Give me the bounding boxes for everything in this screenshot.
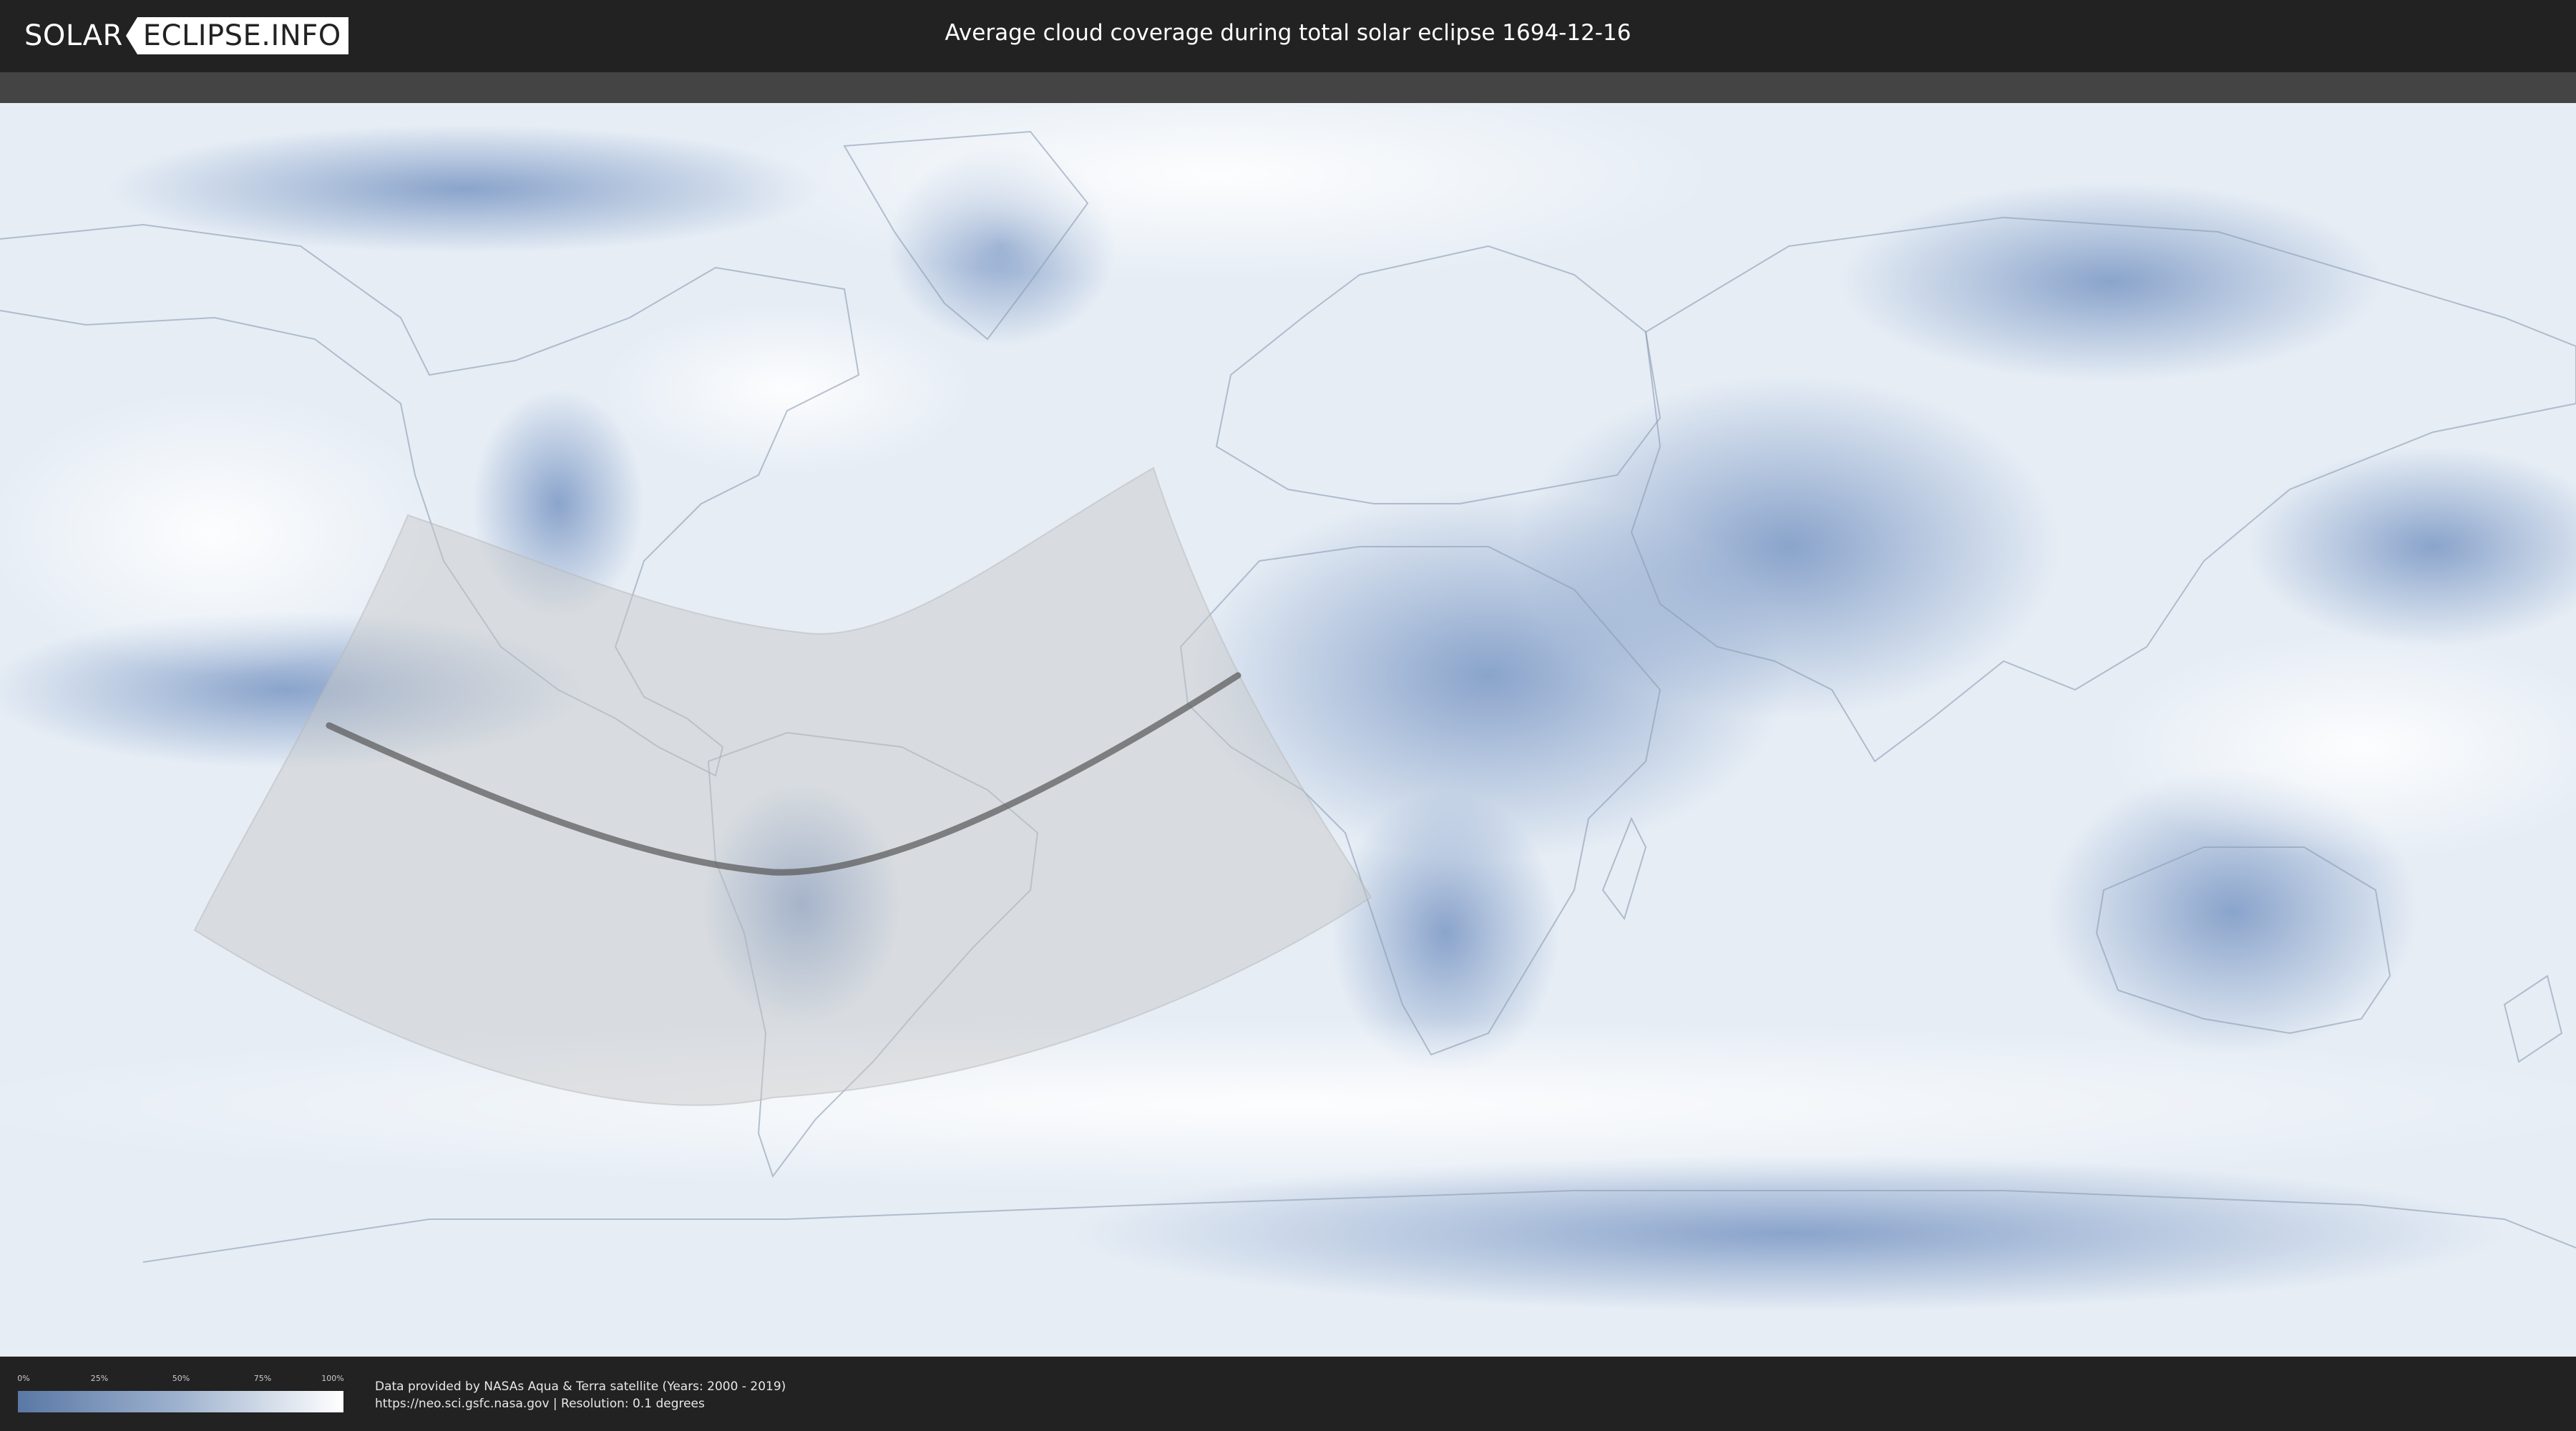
world-map-svg [0,103,2576,1357]
page-title: Average cloud coverage during total sola… [945,20,1631,46]
data-credit-line: Data provided by NASAs Aqua & Terra sate… [375,1379,786,1394]
header-bar: SOLAR ECLIPSE.INFO Average cloud coverag… [0,0,2576,72]
legend-color-bar [18,1391,343,1412]
map-top-strip [0,72,2576,103]
legend-tick-25: 25% [90,1374,109,1383]
cloud-coverage-legend: 0% 25% 50% 75% 100% [17,1374,344,1414]
legend-tick-0: 0% [17,1374,30,1383]
legend-tick-100: 100% [321,1374,344,1383]
legend-tick-50: 50% [172,1374,190,1383]
cloud-coverage-map[interactable] [0,103,2576,1357]
source-url-line: https://neo.sci.gsfc.nasa.gov | Resoluti… [375,1397,705,1411]
footer-bar [0,1357,2576,1431]
legend-tick-75: 75% [253,1374,272,1383]
